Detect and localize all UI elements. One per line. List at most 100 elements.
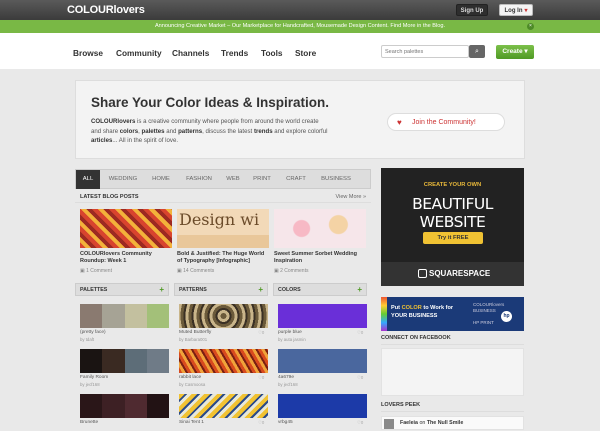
blog-comments-2[interactable]: ▣ 14 Comments [177,268,214,274]
color-author[interactable]: by auta jasmin [278,337,306,342]
login-button[interactable]: Log In ▾ [499,4,533,16]
peek-title[interactable]: The Null Smile [427,420,464,426]
patterns-heading: PATTERNS + [174,283,268,296]
color-name[interactable]: 4a679e [278,375,294,380]
blog-image-1[interactable] [80,209,172,248]
color-count: ♡0 [357,375,364,380]
palette-author[interactable]: by jecf168 [80,382,100,387]
hero-link-palettes[interactable]: palettes [141,128,164,135]
nav-community[interactable]: Community [116,48,162,58]
facebook-widget[interactable] [381,348,524,396]
ad2-text: Put COLOR to Work for YOUR BUSINESS [391,305,471,320]
palette-swatch[interactable] [80,394,169,418]
nav-trends[interactable]: Trends [221,48,248,58]
blog-comments-3[interactable]: ▣ 2 Comments [274,268,308,274]
color-author[interactable]: by jecf168 [278,382,298,387]
palette-name[interactable]: Brunette [80,420,98,425]
peek-user[interactable]: Faeleia [400,420,418,426]
color-swatch[interactable] [278,304,367,328]
nav-tools[interactable]: Tools [261,48,283,58]
avatar[interactable] [384,419,394,429]
pattern-name[interactable]: Sinai Tent 1 [179,420,204,425]
peek-on: on [417,420,427,426]
hero-text-3: , discuss the latest [202,127,254,135]
pattern-name[interactable]: rabbit lace [179,375,201,380]
color-swatch[interactable] [278,349,367,373]
hero-text-5: ... All in the spirit of love. [112,137,179,144]
tab-business[interactable]: BUSINESS [316,170,356,189]
palette-swatch[interactable] [80,349,169,373]
blog-image-3[interactable] [274,209,366,248]
pattern-tile[interactable] [179,394,268,418]
hero-brand: COLOURlovers [91,118,136,125]
pattern-count-value: 0 [261,330,265,335]
tab-web[interactable]: WEB [222,170,244,189]
hp-business-ad[interactable]: Put COLOR to Work for YOUR BUSINESS COLOU… [381,297,524,331]
pattern-author[interactable]: by Barbara001 [179,337,207,342]
signup-button[interactable]: Sign Up [456,4,488,16]
ad2-right1: COLOURlovers [473,302,505,307]
hero-link-patterns[interactable]: patterns [178,128,202,135]
tab-craft[interactable]: CRAFT [280,170,312,189]
squarespace-ad[interactable]: CREATE YOUR OWN BEAUTIFUL WEBSITE Try it… [381,168,524,286]
tab-fashion[interactable]: FASHION [180,170,218,189]
close-icon[interactable]: × [527,23,534,30]
hero-link-trends[interactable]: trends [254,128,273,135]
pattern-name[interactable]: Muted Butterfly [179,330,211,335]
nav-store[interactable]: Store [295,48,316,58]
announcement-text[interactable]: Announcing Creative Market – Our Marketp… [155,23,445,29]
ad-headline: BEAUTIFUL WEBSITE [412,195,493,231]
create-button[interactable]: Create ▾ [496,45,534,59]
search-input[interactable] [381,45,469,58]
nav-browse[interactable]: Browse [73,48,103,58]
color-swatch[interactable] [278,394,367,418]
hp-logo-icon: hp [501,311,512,322]
try-free-button[interactable]: Try it FREE [423,232,483,244]
blog-comments-3-label: 2 Comments [280,268,309,274]
palette-swatch[interactable] [80,304,169,328]
hero-link-colors[interactable]: colors [120,128,138,135]
lovers-peek-item[interactable]: Faeleia on The Null Smile [381,416,524,430]
lovers-peek-heading: LOVERS PEEK [381,402,524,412]
blog-title-1[interactable]: COLOURlovers Community Roundup: Week 1 [80,251,172,265]
announcement-bar: Announcing Creative Market – Our Marketp… [0,20,600,33]
nav-channels[interactable]: Channels [172,48,209,58]
blog-title-2[interactable]: Bold & Justified: The Huge World of Typo… [177,251,269,265]
join-community-button[interactable]: ♥ Join the Community! [387,113,505,131]
view-more-link[interactable]: View More » [336,191,366,203]
hero-text-4: and explore colorful [272,127,328,135]
palette-name[interactable]: Family Room [80,375,108,380]
palette-author[interactable]: by tdaft [80,337,94,342]
blog-comments-1[interactable]: ▣ 1 Comment [80,268,112,274]
ad-footer-label: SQUARESPACE [429,269,491,278]
patterns-heading-label: PATTERNS [179,287,207,293]
tab-wedding[interactable]: WEDDING [103,170,143,189]
ad2-right2: BUSINESS [473,308,496,313]
blog-comments-1-label: 1 Comment [86,268,112,274]
pattern-tile[interactable] [179,349,268,373]
blog-image-2-band [177,235,269,248]
palettes-heading-label: PALETTES [80,287,108,293]
hero-and: and [164,127,179,135]
tab-all[interactable]: ALL [76,170,100,189]
site-logo[interactable]: COLOURlovers [67,4,145,16]
add-palette-icon[interactable]: + [159,284,164,296]
hero-link-articles[interactable]: articles [91,137,112,144]
color-name[interactable]: vrbg45 [278,420,293,425]
color-name[interactable]: purple blue [278,330,302,335]
pattern-tile[interactable] [179,304,268,328]
pattern-author[interactable]: by Casmoosa [179,382,205,387]
blog-title-3[interactable]: Sweet Summer Sorbet Wedding Inspiration [274,251,366,265]
blog-image-2-text: Design wi [179,210,260,229]
add-pattern-icon[interactable]: + [258,284,263,296]
search-icon[interactable]: ⌕ [469,45,485,58]
tab-print[interactable]: PRINT [248,170,276,189]
heart-icon: ♥ [397,118,402,127]
tab-home[interactable]: HOME [147,170,175,189]
ad2-brand: COLOURlovers BUSINESS HP PRINT [473,302,521,326]
blog-image-2[interactable]: Design wi [177,209,269,248]
colors-heading: COLORS + [273,283,367,296]
facebook-heading: CONNECT ON FACEBOOK [381,335,524,345]
palette-name[interactable]: (pretty face) [80,330,106,335]
add-color-icon[interactable]: + [357,284,362,296]
